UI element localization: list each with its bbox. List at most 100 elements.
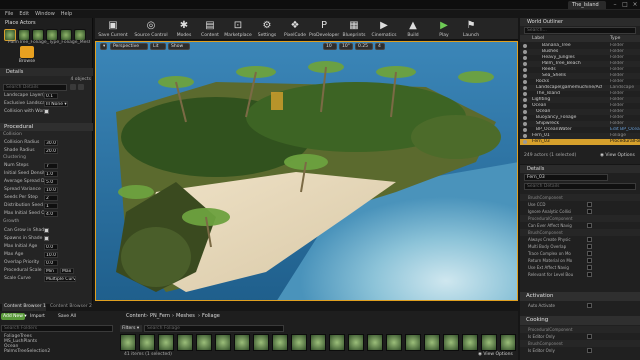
minimize-button[interactable]: – bbox=[610, 1, 620, 8]
detail-checkbox[interactable] bbox=[587, 251, 592, 256]
save-all-button[interactable]: Save All bbox=[58, 313, 76, 320]
asset-thumbnail[interactable] bbox=[310, 334, 326, 351]
eye-icon[interactable] bbox=[523, 122, 527, 126]
import-button[interactable]: Import bbox=[30, 313, 45, 320]
breadcrumb-content[interactable]: Content bbox=[126, 313, 146, 320]
eye-icon[interactable] bbox=[523, 140, 527, 144]
build-button[interactable]: ▲ Build bbox=[399, 18, 427, 40]
folder-item[interactable]: PalmsTreeSelection2 bbox=[4, 349, 114, 354]
eye-icon[interactable] bbox=[523, 68, 527, 72]
asset-thumbnail[interactable] bbox=[481, 334, 497, 351]
eye-icon[interactable] bbox=[523, 80, 527, 84]
content-button[interactable]: ▤ Content bbox=[197, 18, 223, 40]
detail-checkbox[interactable] bbox=[587, 334, 592, 339]
eye-icon[interactable] bbox=[523, 62, 527, 66]
browse-icon[interactable] bbox=[20, 46, 34, 58]
asset-thumbnail[interactable] bbox=[139, 334, 155, 351]
asset-thumbnail[interactable] bbox=[253, 334, 269, 351]
detail-checkbox[interactable] bbox=[587, 258, 592, 263]
asset-thumbnail[interactable] bbox=[177, 334, 193, 351]
eye-icon[interactable] bbox=[523, 92, 527, 96]
folder-search-input[interactable]: Search Folders bbox=[1, 325, 113, 332]
source-control-button[interactable]: ◎ Source Control bbox=[131, 18, 171, 40]
detail-checkbox[interactable] bbox=[587, 272, 592, 277]
detail-checkbox[interactable] bbox=[587, 265, 592, 270]
scale-snap-button[interactable]: 0.25 bbox=[355, 43, 373, 50]
collision-subsection[interactable]: Collision bbox=[2, 132, 91, 138]
asset-thumbnail[interactable] bbox=[120, 334, 136, 351]
prop-value[interactable]: 4.0 bbox=[44, 210, 58, 217]
blueprints-button[interactable]: ▦ Blueprints bbox=[339, 18, 369, 40]
prop-value[interactable]: 20.0 bbox=[44, 147, 58, 154]
detail-checkbox[interactable] bbox=[587, 303, 592, 308]
activation-section[interactable]: Activation bbox=[520, 292, 640, 301]
save-current-button[interactable]: ▣ Save Current bbox=[95, 18, 131, 40]
actor-name-field[interactable]: Fern_03 bbox=[524, 174, 608, 181]
asset-thumbnail[interactable] bbox=[291, 334, 307, 351]
detail-checkbox[interactable] bbox=[587, 209, 592, 214]
filters-button[interactable]: Filters ▾ bbox=[120, 325, 142, 332]
prop-value[interactable]: 1.0 bbox=[44, 170, 58, 177]
prop-value[interactable]: 0.0 bbox=[44, 243, 58, 250]
eye-icon[interactable] bbox=[523, 98, 527, 102]
prop-value[interactable]: 0.1 bbox=[44, 92, 58, 99]
asset-thumbnail[interactable] bbox=[443, 334, 459, 351]
outliner-search-input[interactable]: Search... bbox=[524, 27, 636, 34]
details-search-input[interactable]: Search Details bbox=[3, 84, 67, 91]
prop-checkbox[interactable] bbox=[44, 109, 49, 114]
prop-value[interactable]: 1 bbox=[44, 202, 58, 209]
pixelcode-button[interactable]: ❖ PixelCode bbox=[281, 18, 309, 40]
close-button[interactable]: × bbox=[630, 1, 640, 8]
add-new-button[interactable]: Add New ▾ bbox=[1, 313, 27, 320]
content-view-options[interactable]: ◉ View Options bbox=[478, 352, 518, 357]
level-viewport[interactable] bbox=[95, 41, 518, 301]
asset-thumbnail[interactable] bbox=[272, 334, 288, 351]
eye-icon[interactable] bbox=[523, 50, 527, 54]
eye-icon[interactable] bbox=[523, 44, 527, 48]
asset-thumbnail[interactable] bbox=[348, 334, 364, 351]
content-browser-tab-1[interactable]: Content Browser 1 bbox=[2, 303, 46, 311]
menu-edit[interactable]: Edit bbox=[19, 10, 29, 18]
prop-checkbox[interactable] bbox=[44, 228, 49, 233]
eye-icon[interactable] bbox=[523, 56, 527, 60]
asset-thumbnail[interactable] bbox=[462, 334, 478, 351]
launch-button[interactable]: ⚑ Launch bbox=[457, 18, 485, 40]
modes-button[interactable]: ✱ Modes bbox=[171, 18, 197, 40]
col-type[interactable]: Type bbox=[610, 35, 620, 42]
detail-checkbox[interactable] bbox=[587, 223, 592, 228]
col-label[interactable]: Label bbox=[532, 35, 544, 42]
prodeveloper-button[interactable]: P ProDeveloper bbox=[309, 18, 339, 40]
world-outliner-tab[interactable]: World Outliner bbox=[520, 18, 640, 26]
asset-thumbnail[interactable] bbox=[405, 334, 421, 351]
prop-value[interactable]: 5.0 bbox=[44, 178, 58, 185]
prop-value[interactable]: 10.0 bbox=[44, 186, 58, 193]
outliner-row-selected[interactable]: Fern_03ProceduralFoliage bbox=[520, 139, 640, 145]
content-browser-tab-2[interactable]: Content Browser 2 bbox=[48, 303, 94, 311]
perspective-button[interactable]: Perspective bbox=[110, 43, 148, 50]
eye-icon[interactable] bbox=[523, 86, 527, 90]
lit-button[interactable]: Lit bbox=[150, 43, 166, 50]
outliner-view-options[interactable]: ◉ View Options bbox=[600, 153, 640, 158]
detail-checkbox[interactable] bbox=[587, 244, 592, 249]
show-button[interactable]: Show bbox=[168, 43, 190, 50]
asset-thumbnail[interactable] bbox=[367, 334, 383, 351]
asset-thumbnail[interactable] bbox=[500, 334, 516, 351]
menu-window[interactable]: Window bbox=[35, 10, 55, 18]
prop-value[interactable]: 2 bbox=[44, 194, 58, 201]
grid-view-icon[interactable] bbox=[70, 84, 76, 90]
detail-checkbox[interactable] bbox=[587, 237, 592, 242]
asset-thumbnail[interactable] bbox=[386, 334, 402, 351]
eye-icon[interactable] bbox=[78, 84, 84, 90]
details-tab-right[interactable]: Details bbox=[520, 165, 640, 173]
play-button[interactable]: ▶ Play bbox=[431, 18, 457, 40]
eye-icon[interactable] bbox=[523, 104, 527, 108]
menu-file[interactable]: File bbox=[5, 10, 13, 18]
detail-checkbox[interactable] bbox=[587, 348, 592, 353]
marketplace-button[interactable]: ⊡ Marketplace bbox=[223, 18, 253, 40]
breadcrumb-meshes[interactable]: Meshes bbox=[176, 313, 195, 320]
eye-icon[interactable] bbox=[523, 128, 527, 132]
eye-icon[interactable] bbox=[523, 134, 527, 138]
asset-thumbnail[interactable] bbox=[424, 334, 440, 351]
asset-search-input[interactable]: Search Foliage bbox=[144, 325, 284, 332]
menu-help[interactable]: Help bbox=[61, 10, 72, 18]
